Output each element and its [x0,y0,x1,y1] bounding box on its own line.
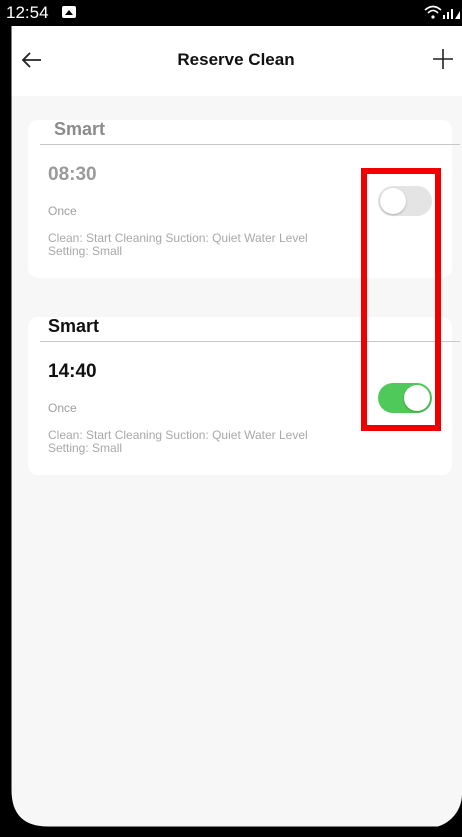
wifi-icon [424,5,442,19]
signal-icon [443,9,460,19]
app-bar: Reserve Clean [10,26,462,96]
card-title: Smart [48,316,100,336]
gallery-icon [62,6,76,18]
schedule-detail: Clean: Start Cleaning Suction: Quiet Wat… [48,428,308,455]
highlight-box [361,168,441,431]
card-title: Smart [54,119,106,139]
schedule-repeat: Once [48,204,77,218]
schedule-time: 14:40 [48,361,97,382]
status-time: 12:54 [6,3,49,22]
status-bar: 12:54 [0,0,462,26]
schedule-detail: Clean: Start Cleaning Suction: Quiet Wat… [48,231,308,258]
schedule-repeat: Once [48,401,77,415]
schedule-time: 08:30 [48,164,97,185]
plus-icon[interactable] [430,46,456,72]
page-title: Reserve Clean [177,50,295,69]
card-header: Smart [40,119,460,145]
